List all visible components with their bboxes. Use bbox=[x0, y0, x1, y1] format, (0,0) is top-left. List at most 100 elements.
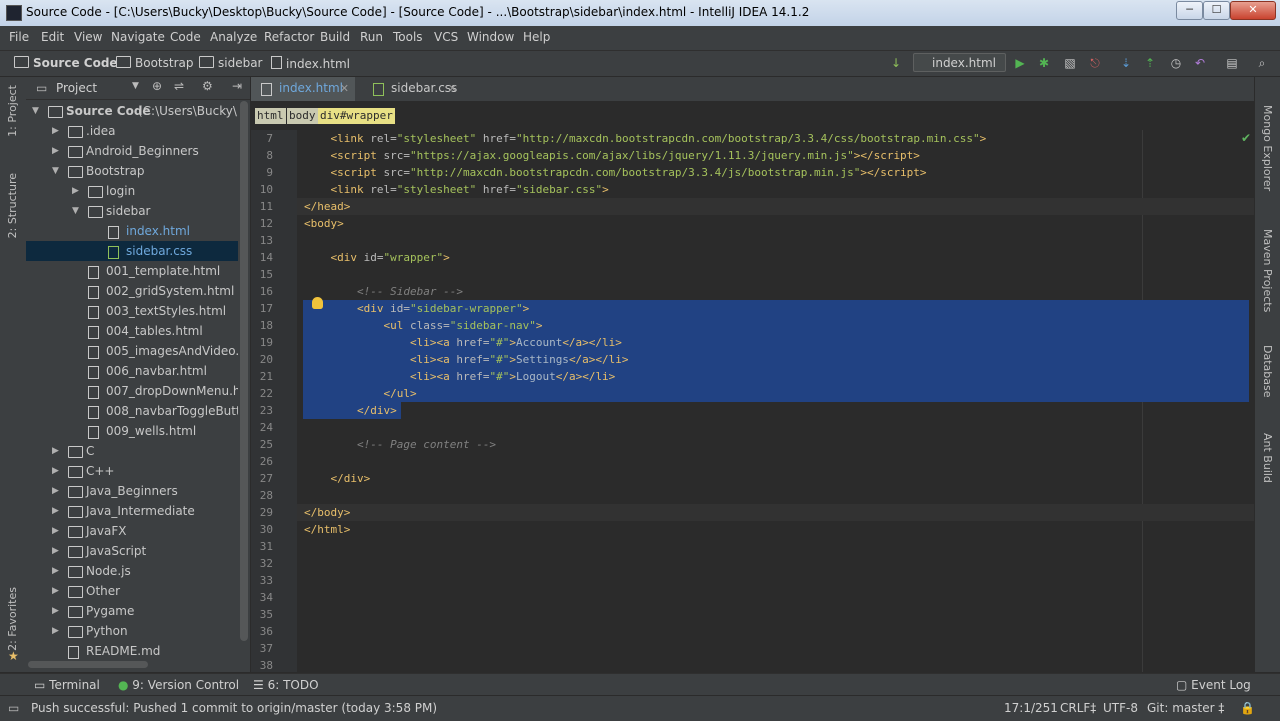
tree-item[interactable]: 008_navbarToggleButtor bbox=[26, 401, 238, 421]
nav-crumb-source-code[interactable]: Source Code bbox=[14, 56, 118, 70]
collapsed-arrow-icon[interactable]: ▶ bbox=[52, 561, 59, 581]
code-line[interactable]: </div> bbox=[304, 470, 371, 487]
tree-item[interactable]: ▶ Node.js bbox=[26, 561, 238, 581]
history-icon[interactable]: ◷ bbox=[1168, 55, 1184, 71]
menu-analyze[interactable]: Analyze bbox=[210, 30, 257, 44]
close-button[interactable]: ✕ bbox=[1230, 1, 1276, 20]
tree-item[interactable]: ▶ login bbox=[26, 181, 238, 201]
code-line[interactable]: <div id="wrapper"> bbox=[304, 249, 450, 266]
tree-item[interactable]: 001_template.html bbox=[26, 261, 238, 281]
debug-icon[interactable]: ✱ bbox=[1036, 55, 1052, 71]
database-tab[interactable]: Database bbox=[1261, 345, 1274, 398]
favorites-tool-tab[interactable]: 2: Favorites bbox=[6, 587, 19, 651]
run-configuration-select[interactable]: index.html ▾ bbox=[913, 53, 1006, 88]
tree-item[interactable]: ▼ Source Code (C:\Users\Bucky\D bbox=[26, 101, 238, 121]
close-tab-icon[interactable]: ✕ bbox=[448, 77, 457, 100]
hide-icon[interactable]: ⇥ bbox=[232, 79, 242, 93]
tree-item[interactable]: sidebar.css bbox=[26, 241, 238, 261]
collapsed-arrow-icon[interactable]: ▶ bbox=[52, 621, 59, 641]
code-line[interactable]: </body> bbox=[304, 504, 350, 521]
menu-build[interactable]: Build bbox=[320, 30, 350, 44]
tag-crumb-body[interactable]: body bbox=[287, 108, 318, 124]
tree-item[interactable]: ▶ Android_Beginners bbox=[26, 141, 238, 161]
code-line[interactable]: <li><a href="#">Account</a></li> bbox=[304, 334, 622, 351]
version-control-tab[interactable]: ● 9: Version Control bbox=[118, 678, 239, 692]
tab-index-html[interactable]: index.html ✕ bbox=[251, 77, 355, 101]
tree-item[interactable]: ▶ JavaFX bbox=[26, 521, 238, 541]
menu-view[interactable]: View bbox=[74, 30, 102, 44]
menu-edit[interactable]: Edit bbox=[41, 30, 64, 44]
collapsed-arrow-icon[interactable]: ▶ bbox=[52, 501, 59, 521]
gear-icon[interactable]: ⚙ bbox=[202, 79, 213, 93]
git-branch[interactable]: Git: master ‡ bbox=[1147, 701, 1224, 715]
expanded-arrow-icon[interactable]: ▼ bbox=[52, 161, 59, 181]
lock-icon[interactable]: 🔒 bbox=[1240, 701, 1255, 715]
code-line[interactable]: <li><a href="#">Settings</a></li> bbox=[304, 351, 629, 368]
tree-item[interactable]: 009_wells.html bbox=[26, 421, 238, 441]
code-line[interactable]: </head> bbox=[304, 198, 350, 215]
tree-item[interactable]: ▶ Java_Beginners bbox=[26, 481, 238, 501]
menu-file[interactable]: File bbox=[9, 30, 29, 44]
collapsed-arrow-icon[interactable]: ▶ bbox=[52, 461, 59, 481]
menu-navigate[interactable]: Navigate bbox=[111, 30, 165, 44]
tree-item[interactable]: ▶ C++ bbox=[26, 461, 238, 481]
tree-item[interactable]: ▶ C bbox=[26, 441, 238, 461]
maximize-button[interactable]: ☐ bbox=[1203, 1, 1230, 20]
tag-crumb-div-wrapper[interactable]: div#wrapper bbox=[318, 108, 395, 124]
collapse-all-icon[interactable]: ⇌ bbox=[174, 79, 184, 93]
tag-crumb-html[interactable]: html bbox=[255, 108, 286, 124]
todo-tab[interactable]: ☰ 6: TODO bbox=[253, 678, 319, 692]
menu-run[interactable]: Run bbox=[360, 30, 383, 44]
structure-icon[interactable]: ▤ bbox=[1224, 55, 1240, 71]
scroll-from-source-icon[interactable]: ⊕ bbox=[152, 79, 162, 93]
tree-item[interactable]: ▶ JavaScript bbox=[26, 541, 238, 561]
tree-item[interactable]: ▶ Java_Intermediate bbox=[26, 501, 238, 521]
file-encoding[interactable]: UTF-8 bbox=[1103, 701, 1138, 715]
code-line[interactable]: </ul> bbox=[304, 385, 416, 402]
attach-icon[interactable]: ⎋ bbox=[1087, 55, 1103, 71]
collapsed-arrow-icon[interactable]: ▶ bbox=[52, 521, 59, 541]
intention-bulb-icon[interactable] bbox=[312, 297, 323, 309]
collapsed-arrow-icon[interactable]: ▶ bbox=[52, 441, 59, 461]
tree-item[interactable]: 005_imagesAndVideo.htr bbox=[26, 341, 238, 361]
code-line[interactable]: <div id="sidebar-wrapper"> bbox=[304, 300, 529, 317]
terminal-tab[interactable]: ▭ Terminal bbox=[34, 678, 100, 692]
vcs-update-icon[interactable]: ⇣ bbox=[1118, 55, 1134, 71]
collapsed-arrow-icon[interactable]: ▶ bbox=[52, 121, 59, 141]
code-line[interactable]: <script src="https://ajax.googleapis.com… bbox=[304, 147, 920, 164]
code-lines[interactable]: 7 <link rel="stylesheet" href="http://ma… bbox=[251, 130, 1254, 672]
tree-item[interactable]: 006_navbar.html bbox=[26, 361, 238, 381]
status-message[interactable]: Push successful: Pushed 1 commit to orig… bbox=[31, 701, 437, 715]
collapsed-arrow-icon[interactable]: ▶ bbox=[52, 141, 59, 161]
collapsed-arrow-icon[interactable]: ▶ bbox=[72, 181, 79, 201]
mongo-explorer-tab[interactable]: Mongo Explorer bbox=[1261, 105, 1274, 191]
minimize-button[interactable]: ─ bbox=[1176, 1, 1203, 20]
tree-item[interactable]: ▶ Pygame bbox=[26, 601, 238, 621]
collapsed-arrow-icon[interactable]: ▶ bbox=[52, 581, 59, 601]
coverage-icon[interactable]: ▧ bbox=[1062, 55, 1078, 71]
caret-position[interactable]: 17:1/251 bbox=[1004, 701, 1058, 715]
menu-window[interactable]: Window bbox=[467, 30, 514, 44]
menu-vcs[interactable]: VCS bbox=[434, 30, 458, 44]
code-line[interactable]: <link rel="stylesheet" href="sidebar.css… bbox=[304, 181, 609, 198]
code-line[interactable]: <ul class="sidebar-nav"> bbox=[304, 317, 542, 334]
project-horizontal-scrollbar[interactable] bbox=[28, 661, 148, 668]
code-line[interactable]: <script src="http://maxcdn.bootstrapcdn.… bbox=[304, 164, 927, 181]
tree-item[interactable]: ▼ Bootstrap bbox=[26, 161, 238, 181]
tree-item[interactable]: index.html bbox=[26, 221, 238, 241]
tree-item[interactable]: ▶ Other bbox=[26, 581, 238, 601]
event-log-tab[interactable]: ▢ Event Log bbox=[1176, 678, 1251, 692]
tree-item[interactable]: 002_gridSystem.html bbox=[26, 281, 238, 301]
project-tree[interactable]: ▼ Source Code (C:\Users\Bucky\D ▶ .idea ▶ And… bbox=[26, 101, 238, 673]
expanded-arrow-icon[interactable]: ▼ bbox=[72, 201, 79, 221]
code-line[interactable]: <link rel="stylesheet" href="http://maxc… bbox=[304, 130, 987, 147]
collapsed-arrow-icon[interactable]: ▶ bbox=[52, 481, 59, 501]
menu-help[interactable]: Help bbox=[523, 30, 550, 44]
search-icon[interactable]: ⌕ bbox=[1254, 55, 1270, 71]
ant-build-tab[interactable]: Ant Build bbox=[1261, 433, 1274, 483]
tree-item[interactable]: 007_dropDownMenu.htn bbox=[26, 381, 238, 401]
vcs-commit-icon[interactable]: ⇡ bbox=[1142, 55, 1158, 71]
expanded-arrow-icon[interactable]: ▼ bbox=[32, 101, 39, 121]
nav-crumb-index-html[interactable]: index.html bbox=[271, 56, 350, 71]
sort-arrows-icon[interactable]: ↓ bbox=[888, 55, 904, 71]
